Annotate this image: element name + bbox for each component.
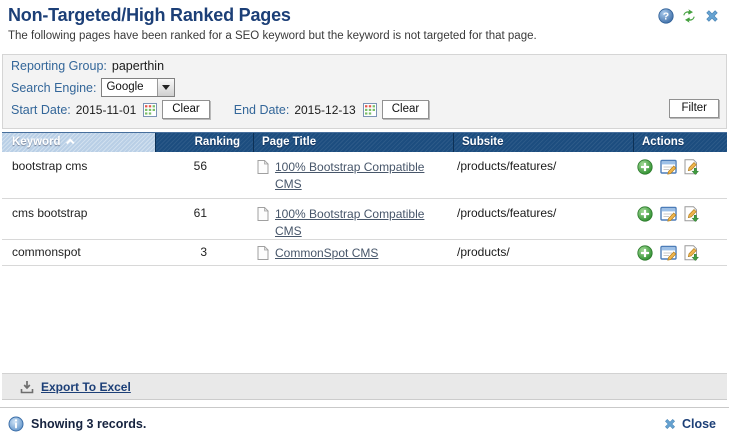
actions-cell (633, 206, 727, 222)
table-header: Keyword Ranking Page Title Subsite Actio… (2, 132, 727, 152)
edit-properties-icon[interactable] (660, 159, 678, 175)
keyword-cell: commonspot (2, 245, 155, 259)
column-header-ranking[interactable]: Ranking (155, 133, 253, 152)
page-title-cell: 100% Bootstrap Compatible CMS (253, 159, 453, 194)
page-icon (257, 246, 269, 263)
subsite-cell: /products/features/ (453, 159, 633, 173)
page-title-cell: 100% Bootstrap Compatible CMS (253, 206, 453, 241)
info-icon (8, 416, 24, 432)
keyword-cell: cms bootstrap (2, 206, 155, 220)
subsite-cell: /products/ (453, 245, 633, 259)
add-keyword-icon[interactable] (637, 245, 655, 261)
column-header-keyword-label: Keyword (12, 136, 61, 148)
column-header-subsite[interactable]: Subsite (453, 133, 633, 152)
edit-page-icon[interactable] (683, 159, 701, 175)
edit-page-icon[interactable] (683, 245, 701, 261)
page-title-cell: CommonSpot CMS (253, 245, 453, 263)
table-body: bootstrap cms 56 100% Bootstrap Compatib… (2, 152, 727, 266)
actions-cell (633, 245, 727, 261)
status-area: Showing 3 records. (8, 416, 146, 432)
export-icon[interactable] (20, 380, 34, 394)
page-subtitle: The following pages have been ranked for… (8, 30, 537, 42)
start-date-clear-button[interactable]: Clear (162, 100, 209, 119)
table-row: commonspot 3 CommonSpot CMS /products/ (2, 240, 727, 266)
close-button[interactable]: Close (663, 417, 716, 431)
close-button-label: Close (682, 417, 716, 431)
ranking-cell: 61 (155, 206, 253, 220)
column-header-actions[interactable]: Actions (633, 133, 727, 152)
page-icon (257, 207, 269, 241)
start-date-label: Start Date: (11, 103, 71, 117)
edit-properties-icon[interactable] (660, 206, 678, 222)
close-x-icon (663, 417, 677, 431)
filter-panel: Reporting Group: paperthin Search Engine… (2, 54, 727, 129)
column-header-keyword[interactable]: Keyword (2, 133, 155, 152)
svg-text:?: ? (663, 11, 669, 23)
actions-cell (633, 159, 727, 175)
keyword-cell: bootstrap cms (2, 159, 155, 173)
search-engine-selected-value: Google (102, 79, 157, 96)
refresh-icon[interactable] (681, 8, 697, 24)
chevron-down-icon (157, 79, 174, 96)
reporting-group-row: Reporting Group: paperthin (11, 59, 164, 73)
add-keyword-icon[interactable] (637, 206, 655, 222)
column-header-page-title[interactable]: Page Title (253, 133, 453, 152)
filter-button[interactable]: Filter (669, 99, 719, 118)
page-title-link[interactable]: 100% Bootstrap Compatible CMS (275, 206, 453, 241)
sort-asc-icon (66, 138, 74, 146)
export-bar: Export To Excel (2, 373, 727, 400)
page-icon (257, 160, 269, 194)
edit-page-icon[interactable] (683, 206, 701, 222)
close-icon[interactable] (704, 8, 720, 24)
page-title-link[interactable]: CommonSpot CMS (275, 245, 378, 263)
search-engine-row: Search Engine: Google (11, 78, 175, 97)
reporting-group-value: paperthin (112, 59, 164, 73)
date-filter-row: Start Date: 2015-11-01 Clear End Date: 2… (11, 100, 429, 119)
end-date-clear-button[interactable]: Clear (382, 100, 429, 119)
add-keyword-icon[interactable] (637, 159, 655, 175)
table-row: bootstrap cms 56 100% Bootstrap Compatib… (2, 152, 727, 199)
start-date-calendar-icon[interactable] (143, 103, 157, 117)
page-title: Non-Targeted/High Ranked Pages (8, 5, 291, 26)
reporting-group-label: Reporting Group: (11, 59, 107, 73)
edit-properties-icon[interactable] (660, 245, 678, 261)
end-date-value: 2015-12-13 (294, 103, 355, 117)
non-targeted-pages-dialog: Non-Targeted/High Ranked Pages ? The fol… (0, 0, 729, 444)
help-icon[interactable]: ? (658, 8, 674, 24)
ranking-cell: 3 (155, 245, 253, 259)
table-row: cms bootstrap 61 100% Bootstrap Compatib… (2, 199, 727, 240)
search-engine-label: Search Engine: (11, 81, 96, 95)
subsite-cell: /products/features/ (453, 206, 633, 220)
export-to-excel-link[interactable]: Export To Excel (41, 380, 131, 394)
start-date-value: 2015-11-01 (76, 103, 137, 117)
header-icon-bar: ? (658, 8, 720, 24)
page-title-link[interactable]: 100% Bootstrap Compatible CMS (275, 159, 453, 194)
end-date-calendar-icon[interactable] (363, 103, 377, 117)
end-date-label: End Date: (234, 103, 290, 117)
ranking-cell: 56 (155, 159, 253, 173)
search-engine-select[interactable]: Google (101, 78, 175, 97)
footer: Showing 3 records. Close (0, 407, 729, 444)
record-count-status: Showing 3 records. (31, 417, 146, 431)
